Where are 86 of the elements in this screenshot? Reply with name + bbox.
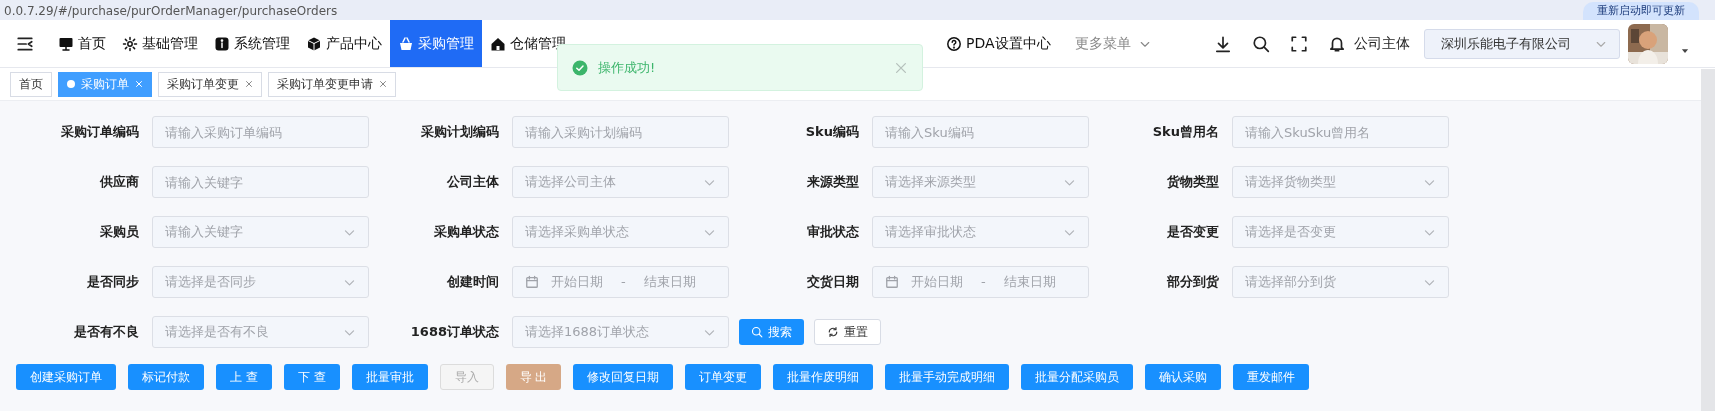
nav-menu-item[interactable]: PDA设置中心 (938, 20, 1059, 67)
input-field[interactable]: 请输入Sku编码 (872, 116, 1089, 148)
field-label: 交货日期 (806, 273, 859, 292)
field-label: Sku曾用名 (1151, 123, 1219, 142)
field-label: 来源类型 (806, 173, 859, 192)
page-tab[interactable]: 采购订单 (58, 71, 152, 97)
toolbar-button[interactable]: 创建采购订单 (16, 364, 116, 390)
select-field[interactable]: 请选择部分到货 (1232, 266, 1449, 298)
field-label: 是否变更 (1166, 223, 1219, 242)
toolbar-button[interactable]: 上 查 (216, 364, 272, 390)
calendar-icon (525, 275, 539, 289)
select-field[interactable]: 请选择是否同步 (152, 266, 369, 298)
select-field[interactable]: 请选择是否有不良 (152, 316, 369, 348)
field-label: 货物类型 (1166, 173, 1219, 192)
more-menu[interactable]: 更多菜单 (1066, 20, 1159, 67)
update-button[interactable]: 重新启动即可更新 (1583, 2, 1699, 20)
search-icon (751, 326, 763, 338)
toolbar-button[interactable]: 下 查 (283, 364, 340, 390)
select-field[interactable]: 请选择审批状态 (872, 216, 1089, 248)
search-button[interactable]: 搜索 (739, 319, 804, 345)
select-field[interactable]: 请选择是否变更 (1232, 216, 1449, 248)
company-label: 公司主体 (1354, 34, 1410, 53)
house-icon (490, 35, 506, 52)
toolbar-button[interactable]: 导 出 (505, 364, 562, 390)
close-icon[interactable] (245, 80, 253, 88)
download-icon[interactable] (1214, 34, 1232, 53)
page-tab[interactable]: 首页 (10, 71, 52, 97)
toolbar-button[interactable]: 批量分配采购员 (1021, 364, 1134, 390)
page-tab[interactable]: 采购订单变更申请 (268, 71, 396, 97)
toolbar-button[interactable]: 订单变更 (685, 364, 762, 390)
refresh-icon (827, 326, 839, 338)
nav-menu-item[interactable]: 系统管理 (206, 20, 298, 67)
basket-icon (398, 35, 414, 52)
success-toast: 操作成功! (557, 44, 923, 91)
nav-menu-item[interactable]: 采购管理 (390, 20, 482, 67)
nav-menu-item[interactable]: 产品中心 (298, 20, 390, 67)
fullscreen-icon[interactable] (1290, 34, 1308, 53)
toolbar-button[interactable]: 批量手动完成明细 (885, 364, 1010, 390)
help-icon (946, 35, 962, 52)
nav-menu-item[interactable]: 基础管理 (114, 20, 206, 67)
info-icon (214, 35, 230, 52)
active-dot (67, 80, 75, 88)
field-label: 公司主体 (446, 173, 499, 192)
field-label: 采购计划编码 (420, 123, 499, 142)
success-icon (572, 59, 588, 76)
field-label: 采购单状态 (433, 223, 499, 242)
page-tab[interactable]: 采购订单变更 (158, 71, 262, 97)
field-label: 采购员 (99, 223, 139, 242)
search-icon[interactable] (1252, 34, 1270, 53)
monitor-icon (58, 35, 74, 52)
input-field[interactable]: 请输入采购计划编码 (512, 116, 729, 148)
select-field[interactable]: 请选择采购单状态 (512, 216, 729, 248)
toolbar-button[interactable]: 标记付款 (128, 364, 204, 390)
toolbar-button[interactable]: 批量作废明细 (773, 364, 874, 390)
company-select[interactable]: 深圳乐能电子有限公司 (1424, 28, 1620, 59)
toolbar-button[interactable]: 确认采购 (1145, 364, 1222, 390)
select-field[interactable]: 请选择货物类型 (1232, 166, 1449, 198)
cube-icon (306, 35, 322, 52)
address-text: 0.0.7.29/#/purchase/purOrderManager/purchaseOrders (3, 3, 338, 20)
select-field[interactable]: 请选择公司主体 (512, 166, 729, 198)
field-label: 审批状态 (806, 223, 859, 242)
field-label: 部分到货 (1166, 273, 1219, 292)
field-label: 采购订单编码 (60, 123, 139, 142)
field-label: Sku编码 (804, 123, 859, 142)
select-field[interactable]: 请输入关键字 (152, 216, 369, 248)
gear-icon (122, 35, 138, 52)
toolbar-button[interactable]: 修改回复日期 (573, 364, 674, 390)
close-icon[interactable] (379, 80, 387, 88)
field-label: 是否同步 (86, 273, 139, 292)
field-label: 是否有不良 (73, 323, 139, 342)
reset-button[interactable]: 重置 (814, 319, 881, 345)
field-label: 供应商 (98, 173, 139, 192)
toolbar-button[interactable]: 批量审批 (351, 364, 428, 390)
date-range-field[interactable]: 开始日期 - 结束日期 (872, 266, 1089, 298)
date-range-field[interactable]: 开始日期 - 结束日期 (512, 266, 729, 298)
select-field[interactable]: 请选择来源类型 (872, 166, 1089, 198)
nav-menu-item[interactable]: 首页 (50, 20, 114, 67)
input-field[interactable]: 请输入SkuSku曾用名 (1232, 116, 1449, 148)
toolbar-button[interactable]: 重发邮件 (1233, 364, 1310, 390)
field-label: 1688订单状态 (409, 323, 499, 342)
field-label: 创建时间 (446, 273, 499, 292)
input-field[interactable]: 请输入采购订单编码 (152, 116, 369, 148)
scrollbar[interactable] (1701, 69, 1715, 411)
input-field[interactable]: 请输入关键字 (152, 166, 369, 198)
select-field[interactable]: 请选择1688订单状态 (512, 316, 729, 348)
calendar-icon (885, 275, 899, 289)
